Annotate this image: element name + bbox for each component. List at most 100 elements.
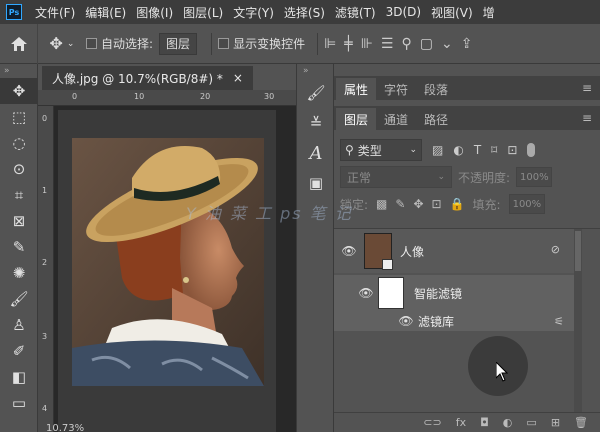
menu-enhance[interactable]: 增 [478, 4, 500, 21]
brush-settings-icon[interactable]: 🖌 [297, 78, 335, 108]
add-mask-icon[interactable]: ◘ [480, 416, 489, 429]
show-transform-checkbox[interactable]: 显示变换控件 [218, 35, 305, 52]
filter-settings-icon[interactable]: ⚟ [554, 315, 564, 328]
ruler-vertical[interactable]: 0 1 2 3 4 [38, 106, 54, 432]
distribute-icon[interactable]: ☰ [381, 36, 394, 52]
menu-filter[interactable]: 滤镜(T) [330, 4, 381, 21]
lasso-tool[interactable]: ◌ [0, 130, 38, 156]
filter-smart-icon[interactable]: ⊡ [507, 143, 517, 157]
fill-input[interactable]: 100% [508, 194, 545, 214]
panel-menu-icon[interactable]: ≡ [582, 81, 592, 95]
brush-presets-icon[interactable]: ≚ [297, 108, 335, 138]
divider [211, 32, 213, 55]
menu-select[interactable]: 选择(S) [279, 4, 330, 21]
panel-menu-icon[interactable]: ≡ [582, 111, 592, 125]
document-tab[interactable]: 人像.jpg @ 10.7%(RGB/8#) * × [42, 66, 253, 90]
history-brush-tool[interactable]: ✐ [0, 338, 38, 364]
align-center-icon[interactable]: ╪ [344, 36, 352, 52]
gradient-tool[interactable]: ▭ [0, 390, 38, 416]
collapse-icon[interactable]: » [0, 64, 37, 78]
frame-tool[interactable]: ⊠ [0, 208, 38, 234]
move-icon: ✥ [49, 34, 63, 53]
tab-paths[interactable]: 路径 [416, 108, 456, 130]
blend-mode-dropdown[interactable]: 正常 ⌄ [340, 166, 452, 188]
zoom-status[interactable]: 10.73% [46, 423, 84, 432]
workspace-icon[interactable]: ▢ [420, 36, 433, 52]
collapse-icon[interactable]: » [297, 64, 333, 78]
lock-all-icon[interactable]: 🔒 [450, 197, 465, 211]
filter-toggle[interactable] [527, 143, 536, 157]
tab-paragraph[interactable]: 段落 [416, 78, 456, 100]
healing-tool[interactable]: ✺ [0, 260, 38, 286]
character-icon[interactable]: A [297, 138, 335, 168]
home-button[interactable] [0, 23, 38, 64]
checkbox-icon [86, 38, 97, 49]
filter-adjustment-icon[interactable]: ◐ [453, 143, 463, 157]
trash-icon[interactable]: 🗑 [574, 416, 588, 429]
layer-row[interactable]: 👁 智能滤镜 [334, 275, 574, 311]
link-layers-icon[interactable]: ⊂⊃ [423, 416, 441, 429]
new-layer-icon[interactable]: ⊞ [551, 416, 560, 429]
portrait-illustration [72, 138, 264, 386]
eraser-tool[interactable]: ◧ [0, 364, 38, 390]
crop-tool[interactable]: ⌗ [0, 182, 38, 208]
menu-edit[interactable]: 编辑(E) [80, 4, 131, 21]
lock-pixels-icon[interactable]: ▩ [376, 197, 387, 211]
menu-view[interactable]: 视图(V) [426, 4, 478, 21]
close-icon[interactable]: × [233, 71, 243, 85]
filter-type-icon[interactable]: T [474, 143, 481, 157]
group-icon[interactable]: ▭ [526, 416, 536, 429]
filter-pixel-icon[interactable]: ▨ [432, 143, 443, 157]
search-icon[interactable]: ⚲ [401, 36, 411, 52]
fx-icon[interactable]: fx [456, 416, 466, 429]
libraries-icon[interactable]: ▣ [297, 168, 335, 198]
menu-layer[interactable]: 图层(L) [178, 4, 228, 21]
layer-row[interactable]: 👁 人像 ⊘ [334, 229, 574, 273]
scrollbar-thumb[interactable] [575, 231, 581, 271]
canvas[interactable] [58, 110, 276, 432]
lock-position-icon[interactable]: ✥ [413, 197, 423, 211]
stamp-tool[interactable]: ♙ [0, 312, 38, 338]
tab-character[interactable]: 字符 [376, 78, 416, 100]
filter-shape-icon[interactable]: ⌑ [491, 143, 497, 157]
lock-brush-icon[interactable]: ✎ [395, 197, 405, 211]
lasso-icon: ◌ [12, 134, 26, 152]
menu-type[interactable]: 文字(Y) [228, 4, 279, 21]
divider [317, 32, 319, 55]
move-tool[interactable]: ✥ [0, 78, 38, 104]
tab-channels[interactable]: 通道 [376, 108, 416, 130]
visibility-eye-icon[interactable]: 👁 [354, 286, 378, 300]
auto-select-checkbox[interactable]: 自动选择: [86, 35, 153, 52]
layers-filter-row: ⚲ 类型 ⌄ ▨ ◐ T ⌑ ⊡ [334, 136, 600, 164]
layers-bottom-bar: ⊂⊃ fx ◘ ◐ ▭ ⊞ 🗑 [334, 412, 600, 432]
marquee-tool[interactable]: ⬚ [0, 104, 38, 130]
align-right-icon[interactable]: ⊪ [361, 36, 373, 52]
move-tool-preset[interactable]: ✥ ⌄ [38, 34, 86, 53]
quick-select-tool[interactable]: ⊙ [0, 156, 38, 182]
layers-scrollbar[interactable] [574, 229, 582, 413]
ruler-horizontal[interactable]: 0 10 20 30 [38, 90, 296, 106]
home-icon [10, 36, 27, 51]
tab-properties[interactable]: 属性 [336, 78, 377, 100]
visibility-eye-icon[interactable]: 👁 [334, 244, 364, 258]
layer-row[interactable]: 👁 滤镜库 ⚟ [334, 311, 574, 331]
filter-kind-dropdown[interactable]: ⚲ 类型 ⌄ [340, 139, 422, 161]
adjustment-icon[interactable]: ◐ [503, 416, 513, 429]
menu-image[interactable]: 图像(I) [131, 4, 178, 21]
ruler-label: 3 [42, 332, 48, 341]
lock-artboard-icon[interactable]: ⊡ [432, 197, 442, 211]
menu-3d[interactable]: 3D(D) [381, 5, 426, 19]
align-left-icon[interactable]: ⊫ [324, 36, 336, 52]
ruler-label: 0 [42, 114, 48, 123]
opacity-input[interactable]: 100% [516, 167, 553, 187]
smart-filter-link-icon[interactable]: ⊘ [551, 243, 560, 256]
tab-layers[interactable]: 图层 [336, 108, 377, 130]
menu-file[interactable]: 文件(F) [30, 4, 80, 21]
chevron-down-icon[interactable]: ⌄ [441, 36, 453, 52]
share-icon[interactable]: ⇪ [461, 36, 473, 52]
auto-select-target-dropdown[interactable]: 图层 [159, 32, 198, 55]
eyedropper-tool[interactable]: ✎ [0, 234, 38, 260]
visibility-eye-icon[interactable]: 👁 [394, 314, 418, 328]
ruler-label: 0 [72, 92, 78, 101]
brush-tool[interactable]: 🖌 [0, 286, 38, 312]
